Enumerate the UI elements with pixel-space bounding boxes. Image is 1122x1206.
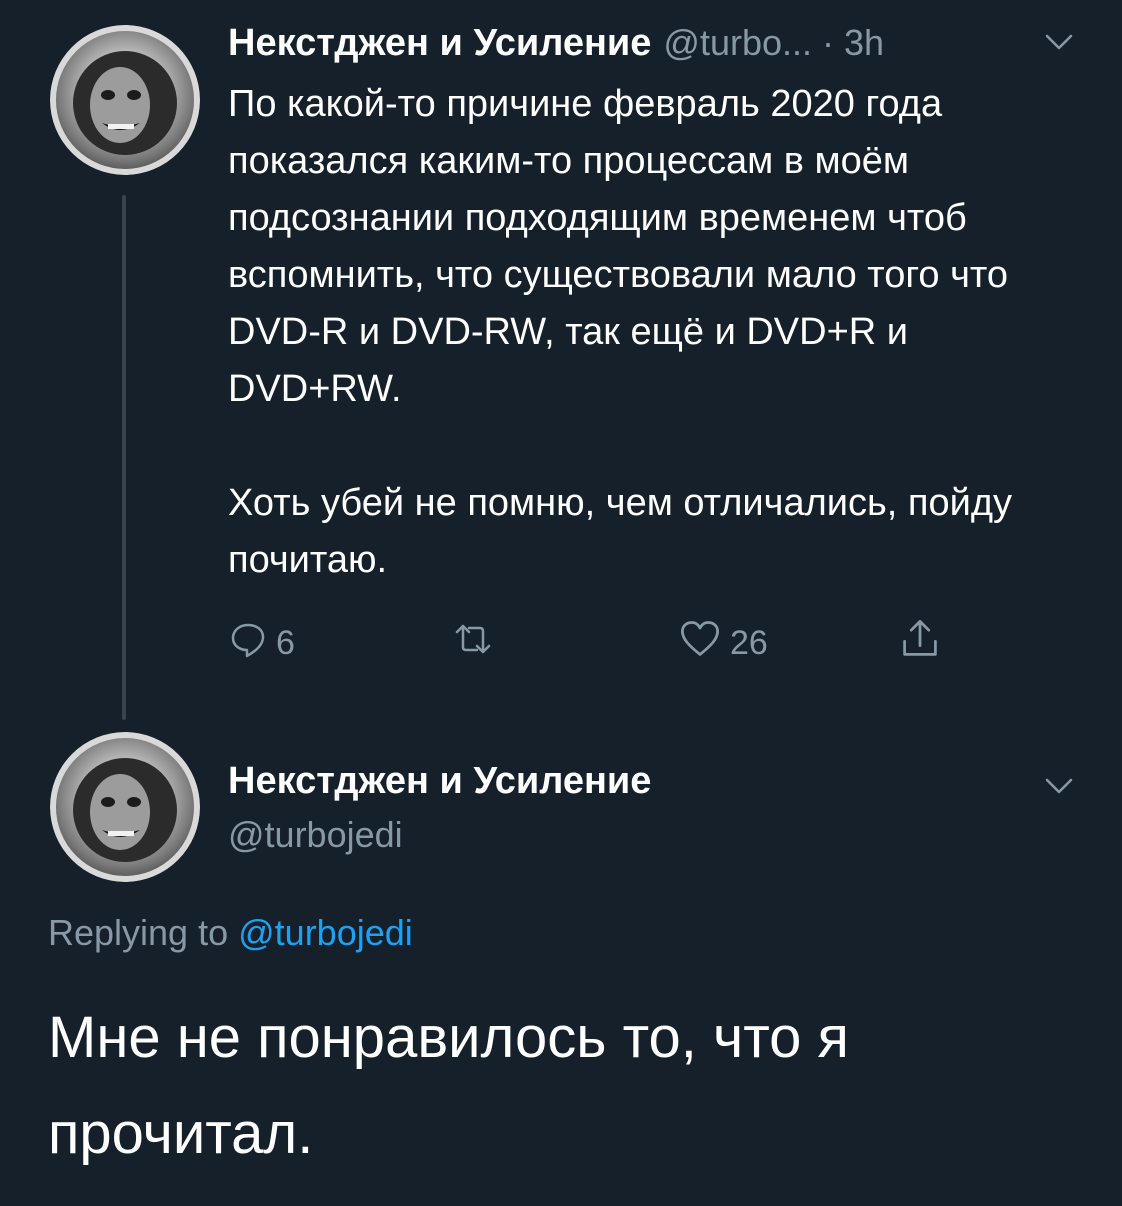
- tweet-paragraph: По какой-то причине февраль 2020 года по…: [228, 83, 1009, 410]
- chevron-down-icon[interactable]: [1044, 776, 1074, 801]
- tweet-text: По какой-то причине февраль 2020 года по…: [228, 76, 1088, 589]
- tweet-text: Мне не понравилось то, что я прочитал.: [48, 1005, 849, 1166]
- timestamp[interactable]: 3h: [844, 22, 884, 64]
- replying-to: Replying to @turbojedi: [48, 912, 413, 954]
- heart-icon: [678, 617, 722, 670]
- author-handle[interactable]: @turbo...: [663, 22, 812, 64]
- like-button[interactable]: 26: [678, 615, 768, 671]
- avatar[interactable]: [50, 25, 200, 175]
- chevron-down-icon[interactable]: [1044, 32, 1074, 57]
- retweet-button[interactable]: [450, 615, 504, 671]
- avatar-image: [50, 732, 200, 882]
- reply-button[interactable]: 6: [228, 615, 295, 671]
- tweet-paragraph: Хоть убей не помню, чем отличались, пойд…: [228, 482, 1013, 581]
- reply-count: 6: [276, 623, 295, 662]
- share-icon: [898, 617, 942, 670]
- retweet-icon: [450, 619, 496, 668]
- replying-handle-link[interactable]: @turbojedi: [238, 912, 413, 953]
- like-count: 26: [730, 623, 768, 662]
- thread-line: [122, 195, 126, 720]
- share-button[interactable]: [898, 615, 942, 671]
- separator: ·: [822, 22, 835, 63]
- tweet-header: Некстджен и Усиление @turbo... · 3h: [228, 20, 884, 66]
- avatar-image: [50, 25, 200, 175]
- tweet-actions: 6 26: [228, 615, 988, 671]
- avatar[interactable]: [50, 732, 200, 882]
- reply-icon: [228, 619, 268, 668]
- replying-prefix: Replying to: [48, 912, 229, 953]
- author-handle[interactable]: @turbojedi: [228, 814, 403, 856]
- author-name[interactable]: Некстджен и Усиление: [228, 22, 651, 65]
- author-name[interactable]: Некстджен и Усиление: [228, 760, 651, 803]
